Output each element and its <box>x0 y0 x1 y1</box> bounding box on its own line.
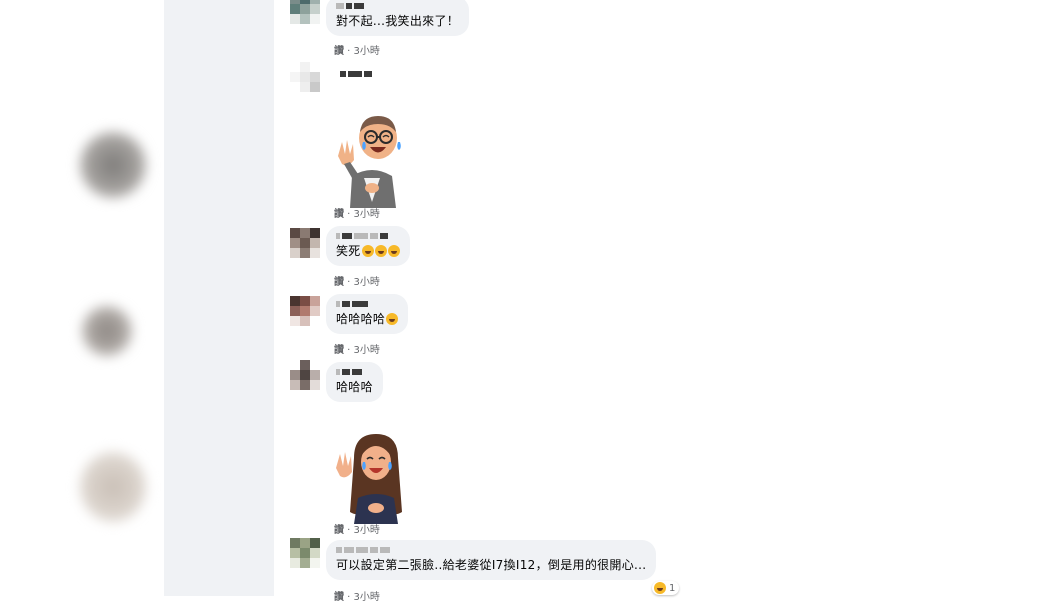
laughing-woman-sticker <box>336 434 402 524</box>
page-background-column <box>164 0 274 596</box>
comment-meta: 讚 · 3小時 <box>334 46 380 57</box>
redacted-username[interactable] <box>340 70 372 77</box>
laughing-man-sticker <box>338 116 401 208</box>
commenter-avatar[interactable] <box>290 538 320 568</box>
comment-bubble: 笑死 <box>326 226 410 266</box>
comment-meta: 讚 · 3小時 <box>334 525 380 536</box>
commenter-avatar[interactable] <box>290 360 320 390</box>
laughing-emoji-icon <box>386 313 399 325</box>
timestamp[interactable]: 3小時 <box>354 46 380 57</box>
left-blurred-panel <box>0 0 164 596</box>
comment-text: 哈哈哈 <box>336 380 373 394</box>
redacted-username[interactable] <box>336 232 400 239</box>
comment-text: 笑死 <box>336 244 361 258</box>
commenter-avatar[interactable] <box>290 62 320 92</box>
comment-text: 對不起...我笑出來了！ <box>336 14 460 28</box>
comment-bubble: 可以設定第二張臉..給老婆從I7換I12，倒是用的很開心... <box>326 540 657 580</box>
timestamp[interactable]: 3小時 <box>354 209 380 220</box>
comment-meta: 讚 · 3小時 <box>334 209 380 220</box>
redacted-username[interactable] <box>336 300 398 307</box>
comment-meta: 讚 · 3小時 <box>334 345 380 356</box>
commenter-avatar[interactable] <box>290 228 320 258</box>
timestamp[interactable]: 3小時 <box>354 277 380 288</box>
timestamp[interactable]: 3小時 <box>354 345 380 356</box>
comment-bubble: 對不起...我笑出來了！ <box>326 0 470 36</box>
blurred-avatar <box>80 452 146 522</box>
rofl-emoji-icon <box>361 245 374 257</box>
comment-text: 哈哈哈哈 <box>336 312 386 326</box>
comment-bubble: 哈哈哈 <box>326 362 383 402</box>
reaction-count: 1 <box>669 582 676 594</box>
comment-bubble: 哈哈哈哈 <box>326 294 409 334</box>
redacted-username[interactable] <box>336 2 459 9</box>
redacted-username[interactable] <box>336 546 646 553</box>
comment-meta: 讚 · 3小時 <box>334 277 380 288</box>
like-link[interactable]: 讚 <box>334 345 344 356</box>
haha-reaction-icon <box>654 582 666 594</box>
blurred-avatar <box>80 132 146 198</box>
like-link[interactable]: 讚 <box>334 592 344 603</box>
commenter-avatar[interactable] <box>290 296 320 326</box>
like-link[interactable]: 讚 <box>334 525 344 536</box>
commenter-avatar[interactable] <box>290 0 320 24</box>
timestamp[interactable]: 3小時 <box>354 592 380 603</box>
rofl-emoji-icon <box>374 245 387 257</box>
redacted-username[interactable] <box>336 368 373 375</box>
reaction-count-badge[interactable]: 1 <box>652 581 680 595</box>
rofl-emoji-icon <box>387 245 400 257</box>
like-link[interactable]: 讚 <box>334 277 344 288</box>
timestamp[interactable]: 3小時 <box>354 525 380 536</box>
like-link[interactable]: 讚 <box>334 46 344 57</box>
like-link[interactable]: 讚 <box>334 209 344 220</box>
blurred-avatar <box>82 306 132 356</box>
comment-feed: 對不起...我笑出來了！ 讚 · 3小時 讚 · 3小時 笑死 讚 · 3小時 … <box>274 0 1060 603</box>
comment-text: 可以設定第二張臉..給老婆從I7換I12，倒是用的很開心... <box>336 558 647 572</box>
